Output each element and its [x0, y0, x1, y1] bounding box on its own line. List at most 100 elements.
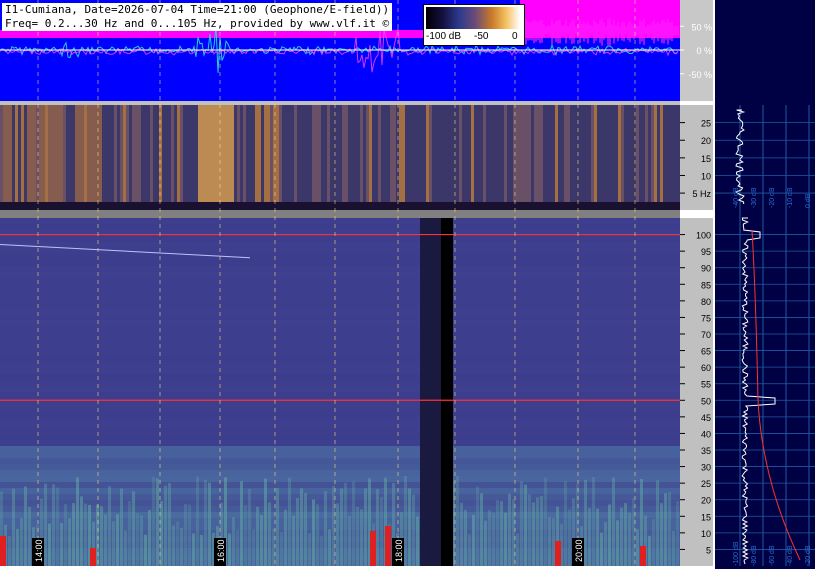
spectrogram-low-column	[372, 105, 375, 210]
spectrogram-high-lowfreq-noise	[624, 503, 627, 566]
spectrogram-low-column	[621, 105, 624, 210]
spectrogram-low-column	[294, 105, 297, 210]
spectrogram-low-column	[480, 105, 483, 210]
spectrogram-high-lowfreq-noise	[8, 535, 11, 566]
spectrogram-high-lowfreq-noise	[180, 527, 183, 566]
spectrogram-low-column	[207, 105, 210, 210]
spectrogram-high-lowfreq-noise	[568, 509, 571, 566]
spectrogram-low-column	[129, 105, 132, 210]
profile-low-xtick-3: -10 dB	[787, 187, 794, 208]
profile-xtick-1: -80 dB	[751, 545, 758, 566]
spectrogram-low-column	[309, 105, 312, 210]
spectrogram-low-column	[405, 105, 408, 210]
spectrogram-low-column	[459, 105, 462, 210]
spectrogram-high-lowfreq-noise	[172, 525, 175, 566]
spectrogram-high-lowfreq-noise	[336, 503, 339, 566]
spectrogram-low-column	[300, 105, 303, 210]
spectrogram-low-column	[411, 105, 414, 210]
spectrogram-high-lowfreq-noise	[152, 476, 155, 566]
spectrogram-low-column	[663, 105, 666, 210]
spectrogram-low-column	[132, 105, 135, 210]
spectrogram-high-lowfreq-noise	[256, 506, 259, 566]
spectrogram-low-column	[246, 105, 249, 210]
spectrogram-low-column	[183, 105, 186, 210]
spectrogram-low-column	[12, 105, 15, 210]
spectrogram-high-lowfreq-noise	[208, 482, 211, 566]
spectrogram-low-column	[96, 105, 99, 210]
spectrogram-low-column	[279, 105, 282, 210]
spectrogram-low-column	[648, 105, 651, 210]
spectrogram-low-column	[363, 105, 366, 210]
spectrogram-low-column	[141, 105, 144, 210]
spectrogram-low-column	[585, 105, 588, 210]
spectrogram-low-column	[21, 105, 24, 210]
spectrogram-low-column	[657, 105, 660, 210]
spectrogram-low-column	[432, 105, 435, 210]
spectrogram-high-lowfreq-noise	[460, 503, 463, 566]
vlf-chart-svg: 50 %0 %-50 %252015105 Hz1009590858075706…	[0, 0, 815, 569]
spectrogram-high-lowfreq-noise	[672, 530, 675, 566]
spectrogram-low-column	[72, 105, 75, 210]
spectrogram-low-column	[417, 105, 420, 210]
spectrogram-low-column	[492, 105, 495, 210]
spectrogram-high-lowfreq-noise	[616, 520, 619, 566]
spectrogram-low-column	[516, 105, 519, 210]
spectrogram-high-lowfreq-noise	[648, 535, 651, 566]
spectrogram-low-column	[240, 105, 243, 210]
spectrogram-high-lowfreq-noise	[408, 488, 411, 566]
waveform-tick-label-0: 50 %	[691, 22, 712, 32]
spectrogram-low-column	[672, 105, 675, 210]
profile-low-xtick-4: 0 dB	[805, 193, 812, 208]
spectrogram-high-lowfreq-noise	[320, 535, 323, 566]
spectrogram-high-lowfreq-noise	[544, 477, 547, 566]
spectrogram-low-column	[504, 105, 507, 210]
spectrogram-high-lowfreq-noise	[288, 477, 291, 566]
spectrogram-high-lowfreq-noise	[248, 488, 251, 566]
spectrogram-low-column	[219, 105, 222, 210]
spectrogram-high-lowfreq-noise	[540, 495, 543, 566]
spectrogram-low-column	[624, 105, 627, 210]
separator-right	[680, 101, 713, 105]
spectrogram-low-column	[201, 105, 204, 210]
spectrogram-low-column	[522, 105, 525, 210]
spectrogram-low-column	[165, 105, 168, 210]
spectrogram-high-lowfreq-noise	[552, 518, 555, 566]
spectrogram-low-column	[9, 105, 12, 210]
spectrogram-high-lowfreq-noise	[284, 509, 287, 566]
spectrogram-low-column	[228, 105, 231, 210]
profile-xtick-0: -100 dB	[733, 541, 740, 566]
spectrogram-high-lowfreq-noise	[380, 497, 383, 566]
spectrogram-low-column	[27, 105, 30, 210]
spectrogram-low-column	[378, 105, 381, 210]
spectrogram-high-lowfreq-noise	[148, 510, 151, 566]
spectrogram-low-column	[282, 105, 285, 210]
spectrogram-low-column	[237, 105, 240, 210]
low-tick-label-0: 25	[701, 119, 711, 129]
spectrogram-low-column	[54, 105, 57, 210]
spectrogram-low-column	[528, 105, 531, 210]
spectrogram-low-column	[597, 105, 600, 210]
spectrogram-low-column	[63, 105, 66, 210]
spectrogram-low-column	[93, 105, 96, 210]
spectrogram-high-lowfreq-noise	[496, 500, 499, 566]
spectrogram-low-column	[396, 105, 399, 210]
spectrogram-low-column	[627, 105, 630, 210]
spectrogram-low-column	[180, 105, 183, 210]
spectrogram-low-column	[408, 105, 411, 210]
spectrogram-low-column	[420, 105, 423, 210]
low-tick-label-4: 5 Hz	[692, 189, 711, 199]
spectrogram-low-column	[48, 105, 51, 210]
spectrogram-high-lowfreq-noise	[588, 508, 591, 566]
low-tick-label-2: 15	[701, 154, 711, 164]
low-tick-label-3: 10	[701, 171, 711, 181]
spectrogram-high-lowfreq-noise	[204, 479, 207, 566]
spectrogram-low-column	[225, 105, 228, 210]
spectrogram-high-lowfreq-noise	[608, 504, 611, 566]
spectrogram-high-lowfreq-noise	[488, 510, 491, 566]
spectrogram-low-column	[612, 105, 615, 210]
spectrogram-low-column	[99, 105, 102, 210]
spectrogram-low-column	[369, 105, 372, 210]
spectrogram-gap-black	[441, 218, 453, 566]
spectrogram-low-column	[324, 105, 327, 210]
spectrogram-high-lowfreq-noise	[504, 512, 507, 566]
